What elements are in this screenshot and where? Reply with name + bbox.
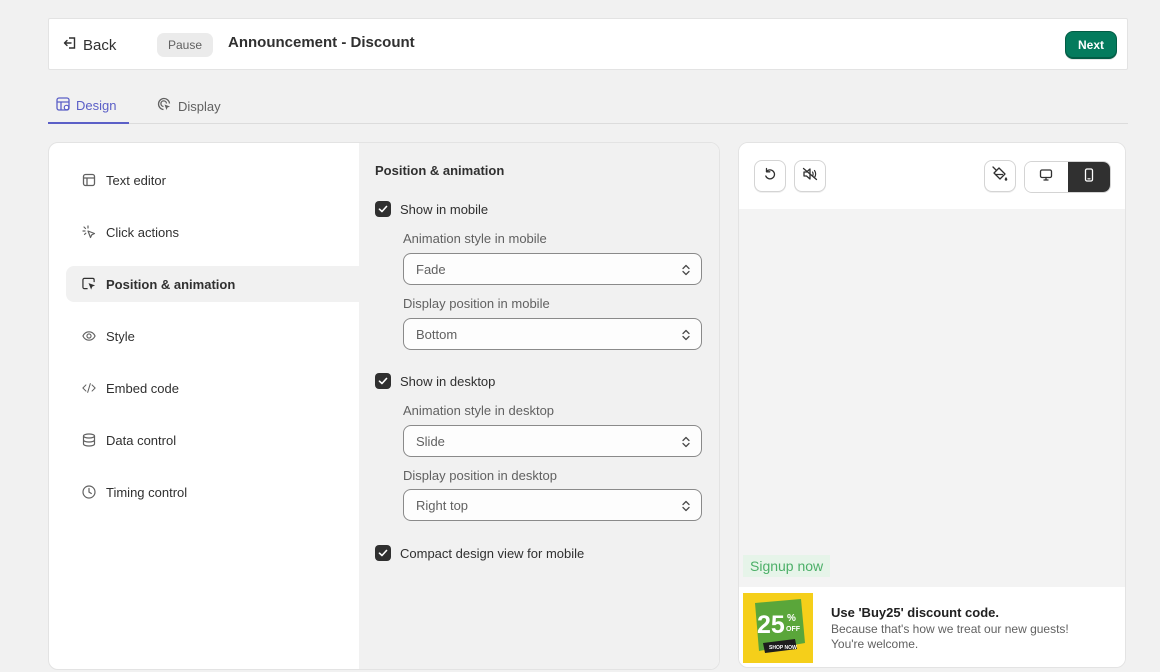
menu-label: Click actions xyxy=(106,224,179,240)
tab-display-label: Display xyxy=(178,98,221,114)
menu-label: Timing control xyxy=(106,484,188,500)
layout-icon xyxy=(82,173,96,187)
database-icon xyxy=(82,433,96,447)
show-desktop-checkbox[interactable]: Show in desktop xyxy=(375,373,495,389)
select-chevron-icon xyxy=(681,263,691,280)
checkmark-icon xyxy=(375,201,391,217)
status-badge: Pause xyxy=(157,33,214,57)
tab-bar: Design Display xyxy=(48,88,1128,124)
menu-item-style[interactable]: Style xyxy=(66,318,359,354)
desktop-icon xyxy=(1039,168,1053,187)
select-chevron-icon xyxy=(681,499,691,516)
select-chevron-icon xyxy=(681,328,691,345)
tab-display[interactable]: Display xyxy=(157,88,221,124)
promo-image: 25 % OFF SHOP NOW xyxy=(743,593,813,663)
menu-item-data-control[interactable]: Data control xyxy=(66,422,359,458)
side-menu: Text editor Click actions Position & ani… xyxy=(49,143,359,669)
cursor-select-icon xyxy=(82,277,96,291)
menu-label: Data control xyxy=(106,432,177,448)
show-mobile-checkbox[interactable]: Show in mobile xyxy=(375,201,488,217)
mobile-icon xyxy=(1083,167,1095,187)
select-value: Right top xyxy=(416,497,469,513)
menu-item-position-animation[interactable]: Position & animation xyxy=(66,266,359,302)
promo-percent: % xyxy=(787,613,796,624)
select-value: Fade xyxy=(416,261,446,277)
paint-bucket-icon xyxy=(992,165,1008,187)
design-icon xyxy=(56,96,70,114)
announcement-body: Because that's how we treat our new gues… xyxy=(831,622,1069,651)
top-bar: Back Pause Announcement - Discount Next xyxy=(48,18,1128,70)
eye-icon xyxy=(82,329,96,343)
menu-label: Position & animation xyxy=(106,276,236,292)
settings-panel: Position & animation Show in mobile Anim… xyxy=(359,143,719,669)
checkmark-icon xyxy=(375,373,391,389)
desktop-position-select[interactable]: Right top xyxy=(403,489,702,521)
checkbox-label: Show in mobile xyxy=(400,201,489,217)
mobile-animation-select[interactable]: Fade xyxy=(403,253,702,285)
compact-mobile-checkbox[interactable]: Compact design view for mobile xyxy=(375,545,584,561)
sound-off-icon xyxy=(802,167,818,186)
pointer-burst-icon xyxy=(82,225,96,239)
preview-canvas: Signup now 25 % OFF SHOP NOW Use 'Buy25'… xyxy=(739,209,1125,667)
mobile-position-select[interactable]: Bottom xyxy=(403,318,702,350)
announcement-bar[interactable]: 25 % OFF SHOP NOW Use 'Buy25' discount c… xyxy=(739,587,1125,667)
theme-button[interactable] xyxy=(984,160,1016,192)
reset-button[interactable] xyxy=(754,160,786,192)
select-value: Bottom xyxy=(416,326,458,342)
display-icon xyxy=(157,97,172,115)
panel-title: Position & animation xyxy=(375,163,505,178)
code-icon xyxy=(82,381,96,395)
next-button[interactable]: Next xyxy=(1065,31,1117,59)
mobile-view-button[interactable] xyxy=(1067,162,1110,192)
menu-item-embed-code[interactable]: Embed code xyxy=(66,370,359,406)
desktop-animation-label: Animation style in desktop xyxy=(403,403,555,418)
checkmark-icon xyxy=(375,545,391,561)
undo-icon xyxy=(763,167,777,186)
announcement-title: Use 'Buy25' discount code. xyxy=(831,605,1000,620)
back-arrow-icon xyxy=(63,36,77,54)
menu-label: Style xyxy=(106,328,135,344)
preview-card: Signup now 25 % OFF SHOP NOW Use 'Buy25'… xyxy=(738,142,1126,668)
device-toggle xyxy=(1024,161,1111,193)
checkbox-label: Compact design view for mobile xyxy=(400,545,585,561)
tab-design-label: Design xyxy=(76,97,117,113)
preview-toolbar xyxy=(739,143,1125,209)
mobile-animation-label: Animation style in mobile xyxy=(403,231,547,246)
mobile-position-label: Display position in mobile xyxy=(403,296,550,311)
menu-label: Text editor xyxy=(106,172,166,188)
menu-item-timing-control[interactable]: Timing control xyxy=(66,474,359,510)
promo-off: OFF xyxy=(786,626,801,633)
promo-shop-now: SHOP NOW xyxy=(769,645,797,651)
clock-icon xyxy=(82,485,96,499)
page-title: Announcement - Discount xyxy=(228,34,415,51)
desktop-view-button[interactable] xyxy=(1025,162,1068,192)
back-label: Back xyxy=(83,36,117,54)
select-chevron-icon xyxy=(681,435,691,452)
desktop-position-label: Display position in desktop xyxy=(403,468,557,483)
sound-toggle-button[interactable] xyxy=(794,160,826,192)
menu-item-click-actions[interactable]: Click actions xyxy=(66,214,359,250)
desktop-animation-select[interactable]: Slide xyxy=(403,425,702,457)
signup-button[interactable]: Signup now xyxy=(743,555,831,577)
select-value: Slide xyxy=(416,433,445,449)
promo-big-number: 25 xyxy=(757,611,785,639)
checkbox-label: Show in desktop xyxy=(400,373,496,389)
menu-item-text-editor[interactable]: Text editor xyxy=(66,162,359,198)
back-button[interactable]: Back xyxy=(63,33,116,57)
tab-design[interactable]: Design xyxy=(48,88,129,124)
editor-card: Text editor Click actions Position & ani… xyxy=(48,142,720,670)
menu-label: Embed code xyxy=(106,380,179,396)
